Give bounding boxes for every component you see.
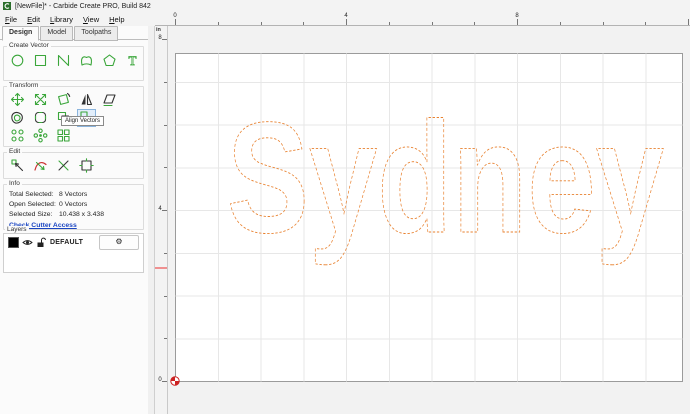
- offset-tool-icon[interactable]: [9, 110, 26, 126]
- edit-title: Edit: [7, 148, 22, 155]
- mirror-tool-icon[interactable]: [78, 92, 95, 108]
- ruler-tick: [261, 22, 262, 25]
- ruler-tick: [346, 19, 347, 25]
- create-vector-title: Create Vector: [7, 42, 51, 49]
- layers-list: DEFAULT ⚙: [3, 233, 144, 273]
- scale-tool-icon[interactable]: [32, 92, 49, 108]
- curve-tool-icon[interactable]: [78, 53, 95, 69]
- design-canvas[interactable]: Sydney: [168, 26, 690, 414]
- ruler-tick: [164, 296, 167, 297]
- layer-unlock-icon[interactable]: [36, 237, 47, 248]
- v-ruler-label: 0: [156, 377, 164, 383]
- ruler-mouse-position-indicator: [155, 267, 167, 269]
- ruler-tick: [164, 253, 167, 254]
- v-ruler-label: 4: [156, 206, 164, 212]
- ruler-tick: [688, 19, 689, 25]
- node-edit-tool-icon[interactable]: [9, 158, 26, 174]
- layers-title: Layers: [5, 226, 29, 233]
- ruler-tick: [517, 19, 518, 25]
- ruler-unit-label: in: [156, 27, 161, 33]
- open-selected-value: 0 Vectors: [59, 201, 87, 208]
- menu-item-file[interactable]: File: [0, 15, 22, 24]
- linear-array-tool-icon[interactable]: [9, 128, 26, 144]
- curve-edit-tool-icon[interactable]: [32, 158, 49, 174]
- layer-row-default[interactable]: DEFAULT ⚙: [4, 234, 143, 251]
- selected-size-label: Selected Size:: [9, 211, 59, 218]
- text-tool-icon[interactable]: T: [124, 53, 141, 69]
- skew-tool-icon[interactable]: [101, 92, 118, 108]
- ruler-tick: [164, 167, 167, 168]
- info-group: Info Total Selected:8 Vectors Open Selec…: [3, 184, 144, 230]
- move-tool-icon[interactable]: [9, 92, 26, 108]
- ruler-tick: [560, 22, 561, 25]
- polyline-tool-icon[interactable]: [55, 53, 72, 69]
- h-ruler-label: 0: [173, 13, 176, 19]
- ruler-tick: [175, 19, 176, 25]
- fillet-tool-icon[interactable]: [32, 110, 49, 126]
- origin-marker-icon: [171, 377, 179, 385]
- layer-visibility-eye-icon[interactable]: [22, 238, 33, 247]
- open-selected-label: Open Selected:: [9, 201, 59, 208]
- circle-tool-icon[interactable]: [9, 53, 26, 69]
- ruler-tick: [474, 22, 475, 25]
- carbide-create-window: [NewFile]* - Carbide Create PRO, Build 8…: [0, 0, 690, 414]
- tabbar: Design Model Toolpaths: [2, 26, 119, 40]
- align-vectors-tooltip: Align Vectors: [61, 116, 104, 126]
- v-ruler-label: 8: [156, 35, 164, 41]
- create-vector-group: Create Vector T: [3, 46, 144, 81]
- selected-size-value: 10.438 x 3.438: [59, 211, 104, 218]
- menu-item-help[interactable]: Help: [104, 15, 129, 24]
- layer-color-swatch[interactable]: [8, 237, 19, 248]
- circular-array-tool-icon[interactable]: [32, 128, 49, 144]
- rotate-tool-icon[interactable]: [55, 92, 72, 108]
- horizontal-ruler: 0 4 8: [168, 12, 690, 26]
- layer-settings-gear-icon[interactable]: ⚙: [99, 235, 139, 250]
- edit-group: Edit: [3, 152, 144, 179]
- menu-item-library[interactable]: Library: [45, 15, 78, 24]
- ruler-tick: [303, 22, 304, 25]
- transform-title: Transform: [7, 82, 40, 89]
- app-logo-icon: [3, 2, 11, 10]
- ruler-corner: [155, 12, 168, 26]
- rectangle-tool-icon[interactable]: [32, 53, 49, 69]
- sydney-vector-text[interactable]: Sydney: [227, 90, 664, 266]
- menu-item-view[interactable]: View: [78, 15, 104, 24]
- h-ruler-label: 8: [515, 13, 518, 19]
- svg-text:T: T: [128, 53, 136, 68]
- design-sidebar: Design Model Toolpaths Create Vector T T…: [0, 26, 149, 414]
- ruler-tick: [164, 82, 167, 83]
- polygon-tool-icon[interactable]: [101, 53, 118, 69]
- ruler-tick: [432, 22, 433, 25]
- tab-model[interactable]: Model: [40, 26, 73, 41]
- ruler-tick: [645, 22, 646, 25]
- ruler-tick: [164, 125, 167, 126]
- vertical-ruler: in 0 4 8: [155, 26, 168, 414]
- total-selected-value: 8 Vectors: [59, 191, 87, 198]
- tab-toolpaths[interactable]: Toolpaths: [74, 26, 118, 41]
- ruler-tick: [164, 338, 167, 339]
- h-ruler-label: 4: [344, 13, 347, 19]
- trim-vectors-tool-icon[interactable]: [55, 158, 72, 174]
- ruler-tick: [389, 22, 390, 25]
- panel-scrollbar[interactable]: [148, 26, 155, 414]
- grid-array-tool-icon[interactable]: [55, 128, 72, 144]
- window-title: [NewFile]* - Carbide Create PRO, Build 8…: [15, 3, 151, 10]
- ruler-tick: [218, 22, 219, 25]
- tab-design[interactable]: Design: [2, 26, 39, 41]
- info-title: Info: [7, 180, 22, 187]
- join-vectors-tool-icon[interactable]: [78, 158, 95, 174]
- total-selected-label: Total Selected:: [9, 191, 59, 198]
- menu-item-edit[interactable]: Edit: [22, 15, 45, 24]
- ruler-tick: [603, 22, 604, 25]
- menubar: FileEditLibraryViewHelp: [0, 12, 155, 26]
- layer-name: DEFAULT: [50, 239, 83, 246]
